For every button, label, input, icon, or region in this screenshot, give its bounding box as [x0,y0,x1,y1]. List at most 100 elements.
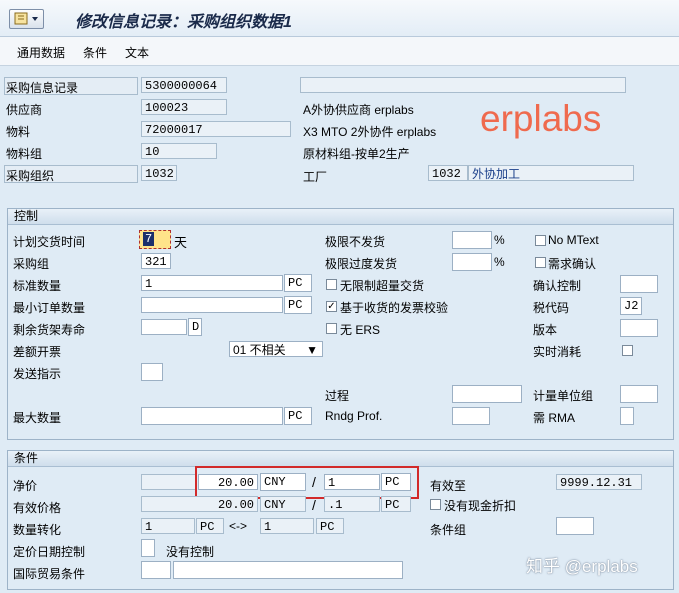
unlimited-checkbox[interactable] [326,279,337,290]
planned-delivery-value: 7 [143,232,155,246]
system-menu-button[interactable] [9,9,44,29]
eff-price-unit-field[interactable]: .1 [324,496,380,512]
info-record-field[interactable]: 5300000064 [141,77,227,93]
min-order-label: 最小订单数量 [13,301,86,315]
over-delivery-label: 极限过度发货 [325,257,398,271]
material-group-description: 原材料组-按单2生产 [303,147,410,161]
eff-price-unit-uom: PC [381,496,411,512]
info-record-label: 采购信息记录 [6,81,79,95]
conv-to-field[interactable]: 1 [260,518,314,534]
conditions-group-header: 条件 [8,451,673,467]
conv-from-unit: PC [196,518,224,534]
ack-req-label: 需求确认 [548,257,597,271]
process-label: 过程 [325,389,350,403]
tax-code-label: 税代码 [533,301,570,315]
conf-control-label: 确认控制 [533,279,582,293]
planned-delivery-unit: 天 [174,235,188,250]
conv-to-unit: PC [316,518,344,534]
info-record-desc-field[interactable] [300,77,626,93]
rt-consumption-checkbox[interactable] [622,345,633,356]
no-cash-discount-checkbox[interactable] [430,499,441,510]
max-qty-field[interactable] [141,407,283,425]
toolbar-texts[interactable]: 文本 [125,44,149,61]
cond-group-field[interactable] [556,517,594,535]
valid-to-field[interactable]: 9999.12.31 [556,474,642,490]
version-field[interactable] [620,319,658,337]
process-field[interactable] [452,385,522,403]
shelf-life-label: 剩余货架寿命 [13,323,86,337]
tolerance-value: 01 不相关 [233,343,286,357]
pricing-date-label: 定价日期控制 [13,545,86,559]
conv-from-field[interactable]: 1 [141,518,195,534]
purch-group-field[interactable]: 321 [141,253,171,269]
toolbar-general-data[interactable]: 通用数据 [17,44,65,61]
eff-price-label: 有效价格 [13,501,62,515]
eff-price-field[interactable]: 20.00 [141,496,258,512]
system-menu-icon [14,12,38,25]
net-price-spacer [141,474,197,490]
tolerance-select[interactable]: 01 不相关 ▼ [229,341,323,357]
material-field[interactable]: 72000017 [141,121,291,137]
shelf-life-field[interactable] [141,319,187,335]
under-delivery-field[interactable] [452,231,492,249]
tax-code-field[interactable]: J2 [620,297,642,315]
no-mtext-label: No MText [548,233,599,247]
tolerance-label: 差额开票 [13,345,62,359]
max-qty-label: 最大数量 [13,411,62,425]
vendor-description: A外协供应商 erplabs [303,103,414,117]
rndg-profile-label: Rndg Prof. [325,409,383,423]
rma-field[interactable] [620,407,634,425]
under-delivery-label: 极限不发货 [325,235,386,249]
highlight-box [195,466,419,499]
std-qty-label: 标准数量 [13,279,62,293]
gr-iv-checkbox[interactable]: ✓ [326,301,337,312]
plant-description-field: 外协加工 [468,165,634,181]
no-ers-label: 无 ERS [340,323,381,337]
net-price-label: 净价 [13,479,38,493]
min-order-field[interactable] [141,297,283,313]
zhihu-watermark: 知乎 @erplabs [526,557,638,576]
planned-delivery-field[interactable]: 7 [139,230,171,249]
no-ers-checkbox[interactable] [326,323,337,334]
shipping-instr-field[interactable] [141,363,163,381]
std-qty-unit: PC [284,274,312,292]
material-description: X3 MTO 2外协件 erplabs [303,125,437,139]
over-delivery-field[interactable] [452,253,492,271]
vendor-field[interactable]: 100023 [141,99,227,115]
eff-price-currency: CNY [260,496,306,512]
purch-org-field[interactable]: 1032 [141,165,177,181]
qty-conversion-label: 数量转化 [13,523,62,537]
material-group-field[interactable]: 10 [141,143,217,159]
shipping-instr-label: 发送指示 [13,367,62,381]
page-title: 修改信息记录：采购组织数据1 [75,14,292,31]
conf-control-field[interactable] [620,275,658,293]
incoterms-location-field[interactable] [173,561,403,579]
incoterms-label: 国际贸易条件 [13,567,86,581]
no-mtext-checkbox[interactable] [535,235,546,246]
material-group-label: 物料组 [6,147,43,161]
under-delivery-unit: % [494,233,505,247]
gr-iv-label: 基于收货的发票校验 [340,301,449,315]
over-delivery-unit: % [494,255,505,269]
std-qty-field[interactable]: 1 [141,275,283,291]
max-qty-unit: PC [284,407,312,425]
control-group-header: 控制 [8,209,673,225]
plant-field[interactable]: 1032 [428,165,468,181]
uom-group-field[interactable] [620,385,658,403]
valid-to-label: 有效至 [430,479,467,493]
dropdown-arrow-icon[interactable]: ▼ [306,342,318,356]
uom-group-label: 计量单位组 [533,389,594,403]
pricing-date-text: 没有控制 [166,545,215,559]
no-cash-discount-label: 没有现金折扣 [444,499,517,513]
purch-group-label: 采购组 [13,257,50,271]
pricing-date-field[interactable] [141,539,155,557]
rndg-profile-field[interactable] [452,407,490,425]
toolbar-conditions[interactable]: 条件 [83,44,107,61]
incoterms-field[interactable] [141,561,171,579]
conv-arrow: <-> [229,519,248,533]
version-label: 版本 [533,323,558,337]
rt-consumption-label: 实时消耗 [533,345,582,359]
min-order-unit: PC [284,296,312,314]
ack-req-checkbox[interactable] [535,257,546,268]
purch-org-label: 采购组织 [6,169,55,183]
